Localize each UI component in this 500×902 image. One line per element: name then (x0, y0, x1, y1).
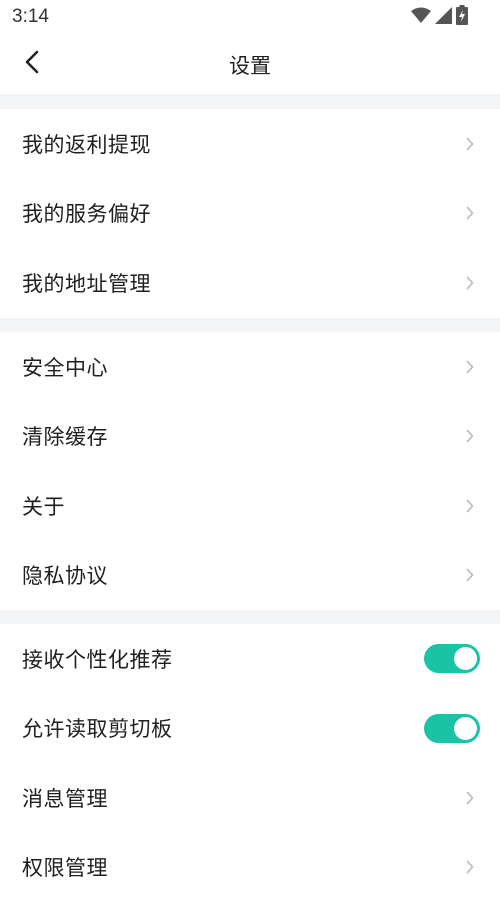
settings-item-label: 我的服务偏好 (22, 198, 151, 228)
chevron-right-icon (465, 498, 475, 514)
settings-item-label: 权限管理 (22, 852, 108, 882)
section-divider (0, 610, 500, 624)
settings-item-label: 消息管理 (22, 783, 108, 813)
chevron-right-icon (465, 567, 475, 583)
settings-item-personalized-recommendation: 接收个性化推荐 (0, 624, 500, 694)
settings-item-privacy-policy[interactable]: 隐私协议 (0, 541, 500, 611)
settings-item-rebate-withdraw[interactable]: 我的返利提现 (0, 109, 500, 179)
settings-item-label: 我的返利提现 (22, 129, 151, 159)
settings-group-general: 安全中心 清除缓存 关于 隐私协议 (0, 332, 500, 610)
status-bar: 3:14 (0, 0, 500, 34)
settings-item-message-management[interactable]: 消息管理 (0, 763, 500, 833)
wifi-icon (411, 7, 431, 27)
chevron-right-icon (465, 790, 475, 806)
personalized-recommendation-toggle[interactable] (424, 644, 480, 673)
settings-item-label: 隐私协议 (22, 560, 108, 590)
status-time: 3:14 (12, 6, 49, 28)
settings-group-permissions: 接收个性化推荐 允许读取剪切板 消息管理 权限管理 (0, 624, 500, 902)
settings-item-about[interactable]: 关于 (0, 471, 500, 541)
settings-item-security-center[interactable]: 安全中心 (0, 332, 500, 402)
chevron-right-icon (465, 428, 475, 444)
chevron-right-icon (465, 275, 475, 291)
settings-item-service-preference[interactable]: 我的服务偏好 (0, 179, 500, 249)
page-title: 设置 (0, 50, 500, 80)
settings-item-clipboard-access: 允许读取剪切板 (0, 694, 500, 764)
settings-item-label: 安全中心 (22, 352, 108, 382)
settings-item-label: 我的地址管理 (22, 268, 151, 298)
settings-item-permission-management[interactable]: 权限管理 (0, 833, 500, 902)
status-icons (411, 7, 468, 27)
settings-item-label: 清除缓存 (22, 421, 108, 451)
chevron-right-icon (465, 359, 475, 375)
nav-bar: 设置 (0, 34, 500, 94)
settings-item-clear-cache[interactable]: 清除缓存 (0, 402, 500, 472)
settings-group-account: 我的返利提现 我的服务偏好 我的地址管理 (0, 109, 500, 318)
toggle-knob (454, 717, 477, 740)
clipboard-access-toggle[interactable] (424, 714, 480, 743)
toggle-knob (454, 647, 477, 670)
section-divider (0, 94, 500, 109)
settings-item-label: 接收个性化推荐 (22, 644, 173, 674)
chevron-right-icon (465, 205, 475, 221)
cell-signal-icon (435, 7, 452, 28)
settings-item-label: 允许读取剪切板 (22, 713, 173, 743)
chevron-right-icon (465, 136, 475, 152)
settings-item-label: 关于 (22, 491, 65, 521)
section-divider (0, 318, 500, 333)
settings-item-address-management[interactable]: 我的地址管理 (0, 248, 500, 318)
battery-charging-icon (456, 5, 468, 29)
chevron-right-icon (465, 859, 475, 875)
